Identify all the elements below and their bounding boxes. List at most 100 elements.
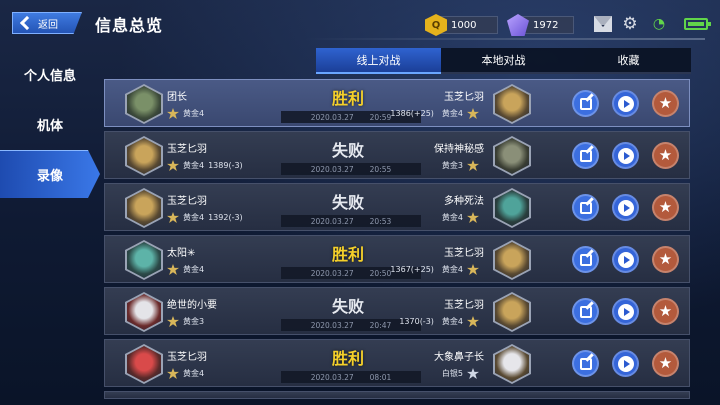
left-rank-label: 黄金4 bbox=[183, 369, 205, 378]
rank-badge-icon bbox=[167, 264, 179, 275]
left-player-rank: 黄金4 bbox=[167, 108, 212, 119]
play-replay-button[interactable] bbox=[612, 90, 639, 117]
opponent-avatar bbox=[493, 240, 531, 280]
gear-icon[interactable]: ⚙ bbox=[621, 16, 639, 33]
play-replay-button[interactable] bbox=[612, 194, 639, 221]
player-avatar bbox=[125, 344, 163, 384]
left-score: 1392(-3) bbox=[208, 213, 243, 222]
match-row[interactable]: 玉芝匕羽 黄金4 1392(-3) 失败 2020.03.27 20:53 多种… bbox=[104, 183, 690, 231]
edit-button[interactable] bbox=[572, 90, 599, 117]
left-player-name: 玉芝匕羽 bbox=[167, 144, 207, 155]
sidebar-item-replays[interactable]: 录像 bbox=[0, 150, 100, 198]
gem-counter[interactable]: 1972 bbox=[507, 14, 574, 36]
right-player-rank: 1367(+25) 黄金4 bbox=[390, 264, 479, 275]
left-player-rank: 黄金4 1392(-3) bbox=[167, 212, 247, 223]
match-result: 胜利 bbox=[331, 349, 364, 368]
match-time: 08:01 bbox=[369, 372, 392, 382]
opponent-avatar bbox=[493, 84, 531, 124]
right-player-name: 玉芝匕羽 bbox=[444, 92, 484, 103]
rank-badge-icon bbox=[467, 160, 479, 171]
back-label: 返回 bbox=[38, 19, 58, 31]
favorite-button[interactable]: ★ bbox=[652, 298, 679, 325]
gem-amount: 1972 bbox=[533, 19, 559, 31]
play-replay-button[interactable] bbox=[612, 350, 639, 377]
right-rank-label: 白银5 bbox=[441, 369, 463, 378]
match-time: 20:47 bbox=[369, 320, 392, 330]
match-datetime: 2020.03.27 20:55 bbox=[281, 163, 421, 175]
sidebar: 个人信息 机体 录像 bbox=[0, 48, 100, 405]
match-result: 胜利 bbox=[331, 89, 364, 108]
star-icon: ★ bbox=[658, 146, 673, 164]
right-score: 1386(+25) bbox=[390, 109, 434, 118]
edit-icon bbox=[579, 253, 592, 266]
favorite-button[interactable]: ★ bbox=[652, 350, 679, 377]
left-player-name: 玉芝匕羽 bbox=[167, 196, 207, 207]
edit-button[interactable] bbox=[572, 194, 599, 221]
opponent-avatar bbox=[493, 292, 531, 332]
right-player-rank: 黄金4 bbox=[434, 212, 479, 223]
edit-button[interactable] bbox=[572, 246, 599, 273]
tab-online-battle[interactable]: 线上对战 bbox=[316, 48, 441, 74]
left-player-name: 团长 bbox=[167, 92, 187, 103]
tab-favorites[interactable]: 收藏 bbox=[566, 48, 691, 74]
right-player-rank: 白银5 bbox=[434, 368, 479, 379]
match-time: 20:55 bbox=[369, 164, 392, 174]
favorite-button[interactable]: ★ bbox=[652, 246, 679, 273]
match-datetime: 2020.03.27 20:53 bbox=[281, 215, 421, 227]
rank-badge-icon bbox=[467, 316, 479, 327]
right-rank-label: 黄金4 bbox=[441, 213, 463, 222]
match-result: 胜利 bbox=[331, 245, 364, 264]
gold-counter[interactable]: Q 1000 bbox=[425, 14, 498, 36]
player-avatar bbox=[125, 84, 163, 124]
match-time: 20:59 bbox=[369, 112, 392, 122]
play-replay-button[interactable] bbox=[612, 298, 639, 325]
play-replay-button[interactable] bbox=[612, 142, 639, 169]
edit-button[interactable] bbox=[572, 350, 599, 377]
edit-icon bbox=[579, 305, 592, 318]
right-player-name: 玉芝匕羽 bbox=[444, 248, 484, 259]
right-player-name: 玉芝匕羽 bbox=[444, 300, 484, 311]
match-row-partial bbox=[104, 391, 690, 399]
right-player-rank: 1386(+25) 黄金4 bbox=[390, 108, 479, 119]
right-rank-label: 黄金3 bbox=[441, 161, 463, 170]
match-row[interactable]: 玉芝匕羽 黄金4 1389(-3) 失败 2020.03.27 20:55 保持… bbox=[104, 131, 690, 179]
play-icon bbox=[617, 251, 634, 268]
tab-local-battle[interactable]: 本地对战 bbox=[441, 48, 566, 74]
left-player-rank: 黄金4 bbox=[167, 368, 212, 379]
rank-badge-icon bbox=[467, 368, 479, 379]
left-player-rank: 黄金3 bbox=[167, 316, 212, 327]
right-player-name: 多种死法 bbox=[444, 196, 484, 207]
star-icon: ★ bbox=[658, 198, 673, 216]
match-row[interactable]: 太阳✳ 黄金4 胜利 2020.03.27 20:50 玉芝匕羽 1367(+2… bbox=[104, 235, 690, 283]
right-player-rank: 1370(-3) 黄金4 bbox=[399, 316, 479, 327]
left-rank-label: 黄金4 bbox=[183, 265, 205, 274]
back-button[interactable]: 返回 bbox=[12, 12, 82, 34]
sidebar-item-mech[interactable]: 机体 bbox=[0, 100, 100, 148]
match-result: 失败 bbox=[331, 193, 364, 212]
match-date: 2020.03.27 bbox=[310, 164, 354, 174]
top-bar: 返回 信息总览 Q 1000 1972 ⚙ ◔ bbox=[0, 0, 720, 48]
right-rank-label: 黄金4 bbox=[441, 109, 463, 118]
mail-icon[interactable] bbox=[594, 16, 612, 32]
star-icon: ★ bbox=[658, 250, 673, 268]
sidebar-item-profile[interactable]: 个人信息 bbox=[0, 50, 100, 98]
player-avatar bbox=[125, 240, 163, 280]
play-replay-button[interactable] bbox=[612, 246, 639, 273]
gold-amount: 1000 bbox=[451, 19, 477, 31]
match-time: 20:53 bbox=[369, 216, 392, 226]
match-row[interactable]: 绝世的小要 黄金3 失败 2020.03.27 20:47 玉芝匕羽 1370(… bbox=[104, 287, 690, 335]
favorite-button[interactable]: ★ bbox=[652, 142, 679, 169]
edit-button[interactable] bbox=[572, 298, 599, 325]
play-icon bbox=[617, 303, 634, 320]
right-player-rank: 黄金3 bbox=[434, 160, 479, 171]
match-result: 失败 bbox=[331, 297, 364, 316]
favorite-button[interactable]: ★ bbox=[652, 194, 679, 221]
edit-button[interactable] bbox=[572, 142, 599, 169]
rank-badge-icon bbox=[167, 316, 179, 327]
right-score: 1370(-3) bbox=[399, 317, 434, 326]
match-row[interactable]: 团长 黄金4 胜利 2020.03.27 20:59 玉芝匕羽 1386(+25… bbox=[104, 79, 690, 127]
match-row[interactable]: 玉芝匕羽 黄金4 胜利 2020.03.27 08:01 大象鼻子长 白银5 ★ bbox=[104, 339, 690, 387]
wifi-icon: ◔ bbox=[652, 16, 666, 32]
rank-badge-icon bbox=[167, 160, 179, 171]
favorite-button[interactable]: ★ bbox=[652, 90, 679, 117]
